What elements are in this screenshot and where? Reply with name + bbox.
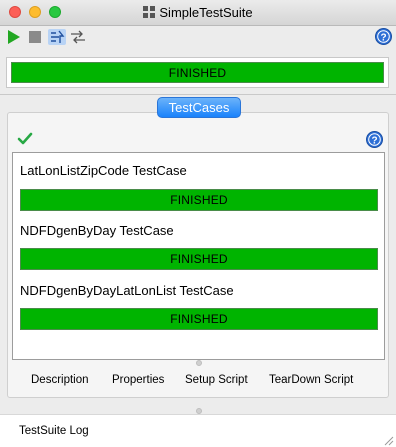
split-pane-grip[interactable] xyxy=(196,360,202,366)
toolbar: ? xyxy=(0,26,396,48)
title-bar: SimpleTestSuite xyxy=(0,0,396,26)
sequence-icon[interactable] xyxy=(70,29,86,45)
checkmark-icon xyxy=(17,132,33,146)
tab-testcases[interactable]: TestCases xyxy=(157,97,241,118)
suite-progress-frame: FINISHED xyxy=(6,57,389,88)
testcase-list: LatLonListZipCode TestCase FINISHED NDFD… xyxy=(12,152,385,360)
svg-text:?: ? xyxy=(380,32,386,43)
testcase-name[interactable]: LatLonListZipCode TestCase xyxy=(20,163,187,178)
tab-testsuite-log[interactable]: TestSuite Log xyxy=(19,425,89,437)
testcase-progress-bar: FINISHED xyxy=(20,248,378,270)
stop-icon[interactable] xyxy=(27,29,43,45)
test-suite-icon xyxy=(143,6,156,18)
window-title-wrap: SimpleTestSuite xyxy=(0,5,396,20)
testcase-progress-bar: FINISHED xyxy=(20,189,378,211)
resize-grip-icon[interactable] xyxy=(382,433,394,446)
testcase-name[interactable]: NDFDgenByDay TestCase xyxy=(20,223,174,238)
suite-progress-bar: FINISHED xyxy=(11,62,384,83)
tab-setup-script[interactable]: Setup Script xyxy=(185,374,248,386)
testcases-help-icon[interactable]: ? xyxy=(366,131,383,148)
log-panel: TestSuite Log xyxy=(0,414,396,447)
tab-teardown-script[interactable]: TearDown Script xyxy=(269,374,353,386)
tab-properties[interactable]: Properties xyxy=(112,374,164,386)
help-icon[interactable]: ? xyxy=(375,28,392,45)
window-title: SimpleTestSuite xyxy=(159,5,253,20)
tab-description[interactable]: Description xyxy=(31,374,89,386)
parallel-toggle-icon[interactable] xyxy=(48,29,66,45)
run-icon[interactable] xyxy=(6,29,22,45)
bottom-tab-bar: Description Properties Setup Script Tear… xyxy=(12,374,385,388)
testcase-progress-bar: FINISHED xyxy=(20,308,378,330)
divider xyxy=(0,94,396,95)
testcase-name[interactable]: NDFDgenByDayLatLonList TestCase xyxy=(20,283,234,298)
svg-text:?: ? xyxy=(371,135,377,146)
